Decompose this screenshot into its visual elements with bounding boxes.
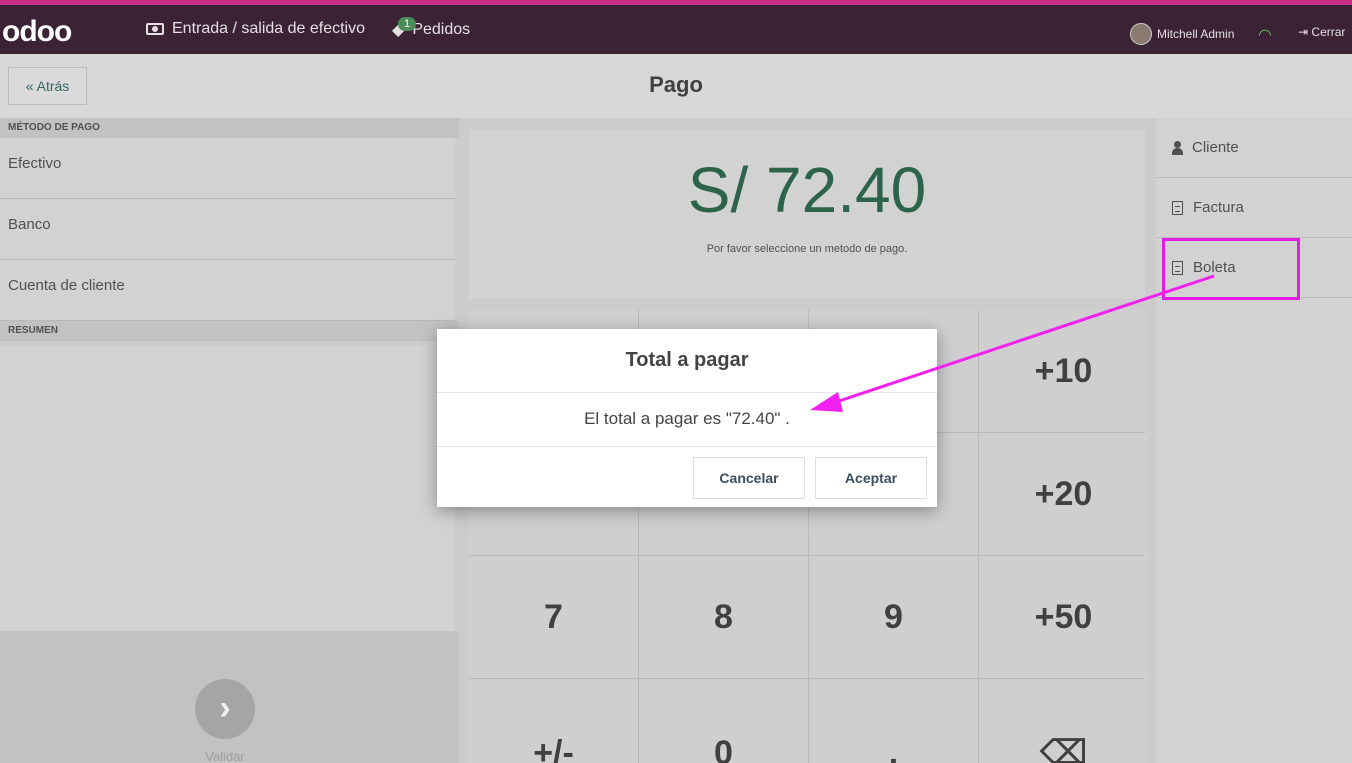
dialog-message: El total a pagar es "72.40" . — [437, 393, 937, 447]
confirm-total-dialog: Total a pagar El total a pagar es "72.40… — [437, 329, 937, 507]
user-name: Mitchell Admin — [1157, 27, 1235, 41]
cash-icon — [146, 23, 164, 35]
top-navbar: odoo Entrada / salida de efectivo ◆ Pedi… — [0, 0, 1352, 54]
odoo-logo: odoo — [2, 15, 72, 48]
cash-in-out-label: Entrada / salida de efectivo — [172, 20, 366, 37]
dialog-title: Total a pagar — [437, 329, 937, 393]
wifi-icon: ◠ — [1258, 27, 1272, 44]
close-session-button[interactable]: ⇥ Cerrar — [1298, 25, 1345, 39]
dialog-footer: Cancelar Aceptar — [437, 447, 937, 507]
cash-in-out-button[interactable]: Entrada / salida de efectivo — [146, 20, 365, 38]
avatar — [1130, 23, 1152, 45]
orders-label: Pedidos — [412, 21, 471, 38]
user-menu[interactable]: Mitchell Admin — [1130, 23, 1234, 45]
cancel-button[interactable]: Cancelar — [693, 457, 805, 499]
logout-icon: ⇥ — [1298, 25, 1309, 39]
accept-button[interactable]: Aceptar — [815, 457, 927, 499]
close-session-label: Cerrar — [1311, 25, 1346, 39]
orders-count-badge: 1 — [398, 17, 417, 31]
